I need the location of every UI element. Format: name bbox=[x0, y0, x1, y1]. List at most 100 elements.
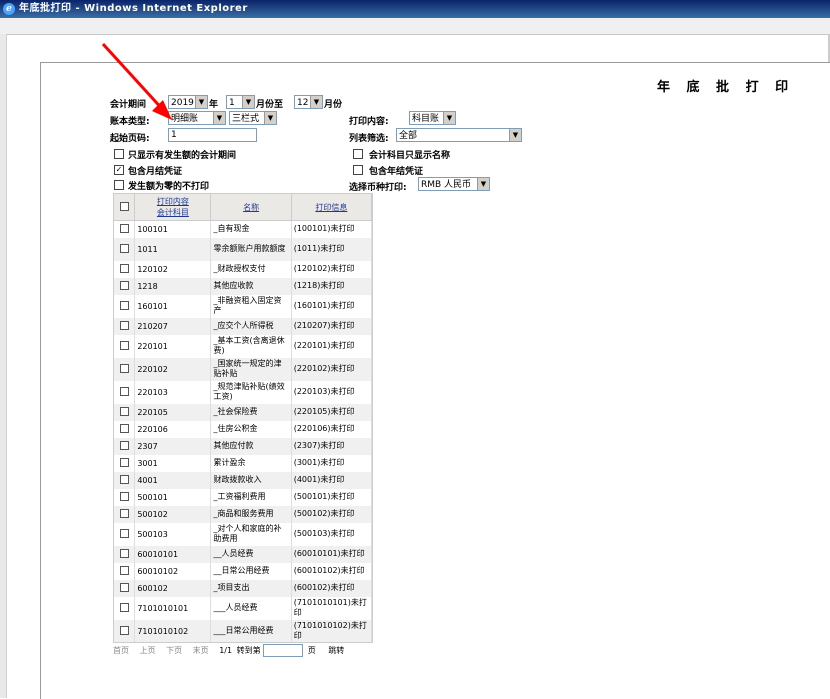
table-row[interactable]: 7101010101 ___人员经费 (7101010101)未打印 bbox=[114, 596, 372, 620]
column-header-account[interactable]: 打印内容 会计科目 bbox=[134, 194, 212, 221]
table-row[interactable]: 120102 _财政授权支付 (120102)未打印 bbox=[114, 260, 372, 278]
prev-page-link[interactable]: 上页 bbox=[140, 646, 156, 655]
row-checkbox[interactable] bbox=[119, 602, 129, 612]
row-checkbox[interactable] bbox=[119, 223, 129, 233]
table-row[interactable]: 100101 _自有现金 (100101)未打印 bbox=[114, 220, 372, 238]
next-page-link[interactable]: 下页 bbox=[166, 646, 182, 655]
header-account[interactable]: 会计科目 bbox=[157, 208, 189, 217]
table-row[interactable]: 7101010102 ___日常公用经费 (7101010102)未打印 bbox=[114, 619, 372, 642]
row-checkbox-cell bbox=[114, 380, 136, 404]
column-style-select[interactable]: 三栏式 ▼ bbox=[229, 111, 277, 125]
print-content-select[interactable]: 科目账 ▼ bbox=[409, 111, 456, 125]
row-checkbox[interactable] bbox=[119, 491, 129, 501]
table-row[interactable]: 500101 _工资福利费用 (500101)未打印 bbox=[114, 488, 372, 506]
jump-button[interactable]: 跳转 bbox=[328, 646, 344, 655]
table-row[interactable]: 1218 其他应收款 (1218)未打印 bbox=[114, 277, 372, 295]
chevron-down-icon: ▼ bbox=[213, 112, 225, 124]
goto-page-input[interactable] bbox=[263, 644, 304, 657]
table-row[interactable]: 60010102 __日常公用经费 (60010102)未打印 bbox=[114, 562, 372, 580]
row-checkbox-cell bbox=[114, 237, 136, 261]
column-header-info[interactable]: 打印信息 bbox=[291, 194, 372, 221]
table-row[interactable]: 2307 其他应付款 (2307)未打印 bbox=[114, 437, 372, 455]
option-checkbox-1[interactable]: ✓ bbox=[114, 165, 124, 175]
start-page-input[interactable]: 1 bbox=[168, 128, 257, 142]
option-right-checkbox-1[interactable] bbox=[353, 165, 363, 175]
select-all-checkbox[interactable] bbox=[119, 201, 129, 211]
table-row[interactable]: 4001 财政拨款收入 (4001)未打印 bbox=[114, 471, 372, 489]
option-label-1: 包含月结凭证 bbox=[128, 167, 183, 177]
chevron-down-icon: ▼ bbox=[264, 112, 276, 124]
print-info: (3001)未打印 bbox=[291, 454, 372, 472]
option-right-checkbox-0[interactable] bbox=[353, 149, 363, 159]
account-code: 220105 bbox=[134, 403, 212, 421]
row-checkbox-cell bbox=[114, 579, 136, 597]
table-row[interactable]: 1011 零余额账户用款额度 (1011)未打印 bbox=[114, 237, 372, 261]
row-checkbox[interactable] bbox=[119, 280, 129, 290]
book-type-select[interactable]: 明细账 ▼ bbox=[168, 111, 226, 125]
row-checkbox-cell bbox=[114, 522, 136, 546]
chevron-down-icon: ▼ bbox=[242, 96, 254, 108]
table-row[interactable]: 220103 _规范津贴补贴(绩效工资) (220103)未打印 bbox=[114, 380, 372, 404]
print-info: (160101)未打印 bbox=[291, 294, 372, 318]
month-to-suffix: 月份 bbox=[324, 100, 343, 110]
account-name: ___日常公用经费 bbox=[210, 619, 292, 642]
row-checkbox[interactable] bbox=[119, 243, 129, 253]
table-row[interactable]: 500103 _对个人和家庭的补助费用 (500103)未打印 bbox=[114, 522, 372, 546]
table-row[interactable]: 220102 _国家统一规定的津贴补贴 (220102)未打印 bbox=[114, 357, 372, 381]
account-name: 零余额账户用款额度 bbox=[210, 237, 292, 261]
table-row[interactable]: 600102 _项目支出 (600102)未打印 bbox=[114, 579, 372, 597]
table-row[interactable]: 71010201__财政拨款支出(71010201)未打印 bbox=[114, 643, 372, 644]
internet-explorer-icon: e bbox=[3, 3, 15, 15]
account-name: 其他应收款 bbox=[210, 277, 292, 295]
month-from-select[interactable]: 1 ▼ bbox=[226, 95, 255, 109]
table-row[interactable]: 210207 _应交个人所得税 (210207)未打印 bbox=[114, 317, 372, 335]
currency-label: 选择币种打印: bbox=[349, 183, 407, 193]
row-checkbox[interactable] bbox=[119, 320, 129, 330]
row-checkbox[interactable] bbox=[119, 508, 129, 518]
row-checkbox[interactable] bbox=[119, 625, 129, 635]
row-checkbox[interactable] bbox=[119, 363, 129, 373]
account-name: _住房公积金 bbox=[210, 420, 292, 438]
table-row[interactable]: 60010101 __人员经费 (60010101)未打印 bbox=[114, 545, 372, 563]
account-code: 4001 bbox=[134, 471, 212, 489]
page-count: 1/1 bbox=[219, 646, 233, 655]
last-page-link[interactable]: 末页 bbox=[193, 646, 209, 655]
list-filter-select[interactable]: 全部 ▼ bbox=[396, 128, 522, 142]
table-row[interactable]: 160101 _非融资租入固定资产 (160101)未打印 bbox=[114, 294, 372, 318]
option-checkbox-0[interactable] bbox=[114, 149, 124, 159]
print-info: (220102)未打印 bbox=[291, 357, 372, 381]
row-checkbox[interactable] bbox=[119, 565, 129, 575]
row-checkbox[interactable] bbox=[119, 263, 129, 273]
account-code: 60010101 bbox=[134, 545, 212, 563]
first-page-link[interactable]: 首页 bbox=[113, 646, 129, 655]
row-checkbox[interactable] bbox=[119, 406, 129, 416]
table-row[interactable]: 500102 _商品和服务费用 (500102)未打印 bbox=[114, 505, 372, 523]
row-checkbox[interactable] bbox=[119, 340, 129, 350]
row-checkbox[interactable] bbox=[119, 582, 129, 592]
print-info: (100101)未打印 bbox=[291, 220, 372, 238]
row-checkbox[interactable] bbox=[119, 423, 129, 433]
year-select[interactable]: 2019 ▼ bbox=[168, 95, 208, 109]
currency-select[interactable]: RMB 人民币 ▼ bbox=[418, 177, 490, 191]
header-print-content[interactable]: 打印内容 bbox=[157, 197, 189, 206]
row-checkbox[interactable] bbox=[119, 300, 129, 310]
month-to-select[interactable]: 12 ▼ bbox=[294, 95, 323, 109]
row-checkbox[interactable] bbox=[119, 457, 129, 467]
table-row[interactable]: 220105 _社会保险费 (220105)未打印 bbox=[114, 403, 372, 421]
print-info: (60010102)未打印 bbox=[291, 562, 372, 580]
row-checkbox[interactable] bbox=[119, 386, 129, 396]
row-checkbox[interactable] bbox=[119, 440, 129, 450]
column-header-name[interactable]: 名称 bbox=[210, 194, 292, 221]
month-from-suffix: 月份至 bbox=[256, 100, 284, 110]
row-checkbox[interactable] bbox=[119, 528, 129, 538]
option-checkbox-2[interactable] bbox=[114, 180, 124, 190]
account-name: _基本工资(含离退休费) bbox=[210, 334, 292, 358]
row-checkbox[interactable] bbox=[119, 548, 129, 558]
goto-label: 转到第 bbox=[236, 646, 261, 655]
table-row[interactable]: 3001 累计盈余 (3001)未打印 bbox=[114, 454, 372, 472]
table-row[interactable]: 220101 _基本工资(含离退休费) (220101)未打印 bbox=[114, 334, 372, 358]
row-checkbox-cell bbox=[114, 619, 136, 642]
page-suffix: 页 bbox=[307, 646, 316, 655]
table-row[interactable]: 220106 _住房公积金 (220106)未打印 bbox=[114, 420, 372, 438]
row-checkbox[interactable] bbox=[119, 474, 129, 484]
